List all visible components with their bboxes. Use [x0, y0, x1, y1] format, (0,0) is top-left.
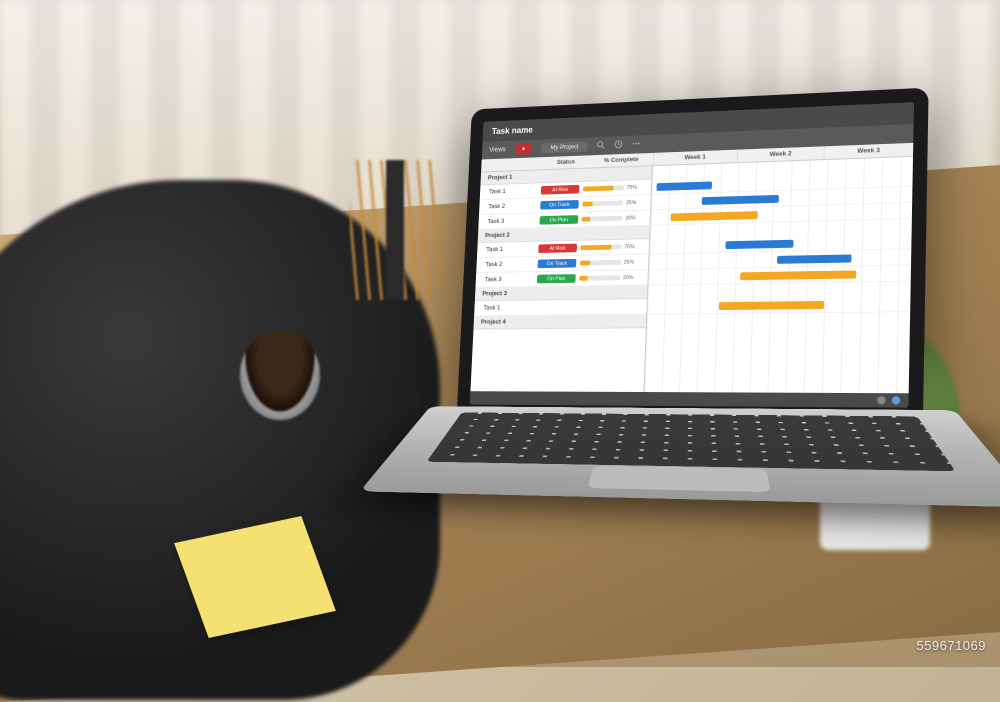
project-group-header[interactable]: Project 4	[473, 315, 646, 330]
gantt-chart-pane[interactable]	[644, 157, 913, 393]
more-icon[interactable]	[632, 139, 641, 150]
task-name-cell[interactable]: Task 1	[478, 304, 532, 311]
task-name-cell[interactable]: Task 3	[479, 276, 533, 283]
gantt-bar[interactable]	[657, 181, 713, 190]
col-header-task[interactable]	[481, 157, 542, 171]
coffee-cup	[240, 330, 320, 420]
col-header-status[interactable]: Status	[542, 155, 590, 169]
col-header-complete[interactable]: % Complete	[589, 153, 653, 168]
laptop-trackpad	[588, 466, 771, 493]
progress-percent: 20%	[625, 215, 642, 221]
task-row[interactable]: Task 1	[474, 299, 647, 316]
progress-percent: 20%	[623, 275, 640, 281]
pencil-cup	[350, 160, 440, 300]
task-name-cell[interactable]: Task 2	[483, 202, 537, 210]
progress-cell: 25%	[580, 259, 645, 266]
progress-cell: 25%	[582, 199, 646, 207]
task-name-cell[interactable]: Task 1	[481, 246, 535, 254]
laptop-keyboard	[427, 412, 956, 471]
laptop: Task name Views ● My Project Status	[457, 88, 929, 423]
gantt-bar[interactable]	[726, 240, 794, 249]
task-name-cell[interactable]: Task 2	[480, 261, 534, 269]
laptop-bezel: Task name Views ● My Project Status	[457, 88, 929, 423]
footer-indicator-icon[interactable]	[877, 396, 885, 404]
project-tab[interactable]: My Project	[541, 141, 588, 153]
status-badge[interactable]: At Risk	[538, 244, 577, 253]
gantt-bar[interactable]	[740, 270, 856, 280]
progress-percent: 25%	[626, 199, 643, 205]
task-name-cell[interactable]: Task 3	[482, 217, 536, 225]
task-name-cell[interactable]: Task 1	[484, 187, 538, 195]
search-icon[interactable]	[597, 141, 606, 152]
status-badge[interactable]: On Plan	[537, 274, 576, 283]
progress-cell: 20%	[579, 274, 644, 281]
progress-percent: 75%	[624, 244, 641, 250]
gantt-row[interactable]	[647, 296, 910, 315]
progress-cell: 75%	[580, 244, 645, 251]
progress-cell	[578, 306, 643, 307]
app-screen: Task name Views ● My Project Status	[470, 102, 914, 408]
gantt-bar[interactable]	[719, 301, 824, 310]
app-footer	[470, 391, 909, 408]
clock-icon[interactable]	[614, 140, 623, 151]
progress-cell: 20%	[582, 215, 647, 222]
status-badge[interactable]: At Risk	[541, 185, 580, 195]
progress-percent: 75%	[626, 184, 643, 190]
progress-percent: 25%	[624, 259, 641, 265]
gantt-bar[interactable]	[671, 211, 758, 221]
body-area: Project 1Task 1At Risk75%Task 2On Track2…	[470, 157, 913, 393]
gantt-bar[interactable]	[701, 195, 778, 205]
footer-add-icon[interactable]	[892, 396, 901, 404]
stock-watermark: 559671069	[916, 638, 986, 653]
status-badge[interactable]: On Track	[538, 259, 577, 268]
views-label[interactable]: Views	[489, 147, 506, 154]
record-badge[interactable]: ●	[514, 144, 532, 155]
laptop-base	[360, 406, 1000, 507]
app-title: Task name	[492, 125, 533, 136]
gantt-bar[interactable]	[777, 254, 851, 263]
status-badge[interactable]: On Track	[540, 200, 579, 210]
task-list-pane[interactable]: Project 1Task 1At Risk75%Task 2On Track2…	[470, 166, 652, 392]
progress-cell: 75%	[583, 184, 647, 192]
status-badge[interactable]: On Plan	[539, 215, 578, 225]
